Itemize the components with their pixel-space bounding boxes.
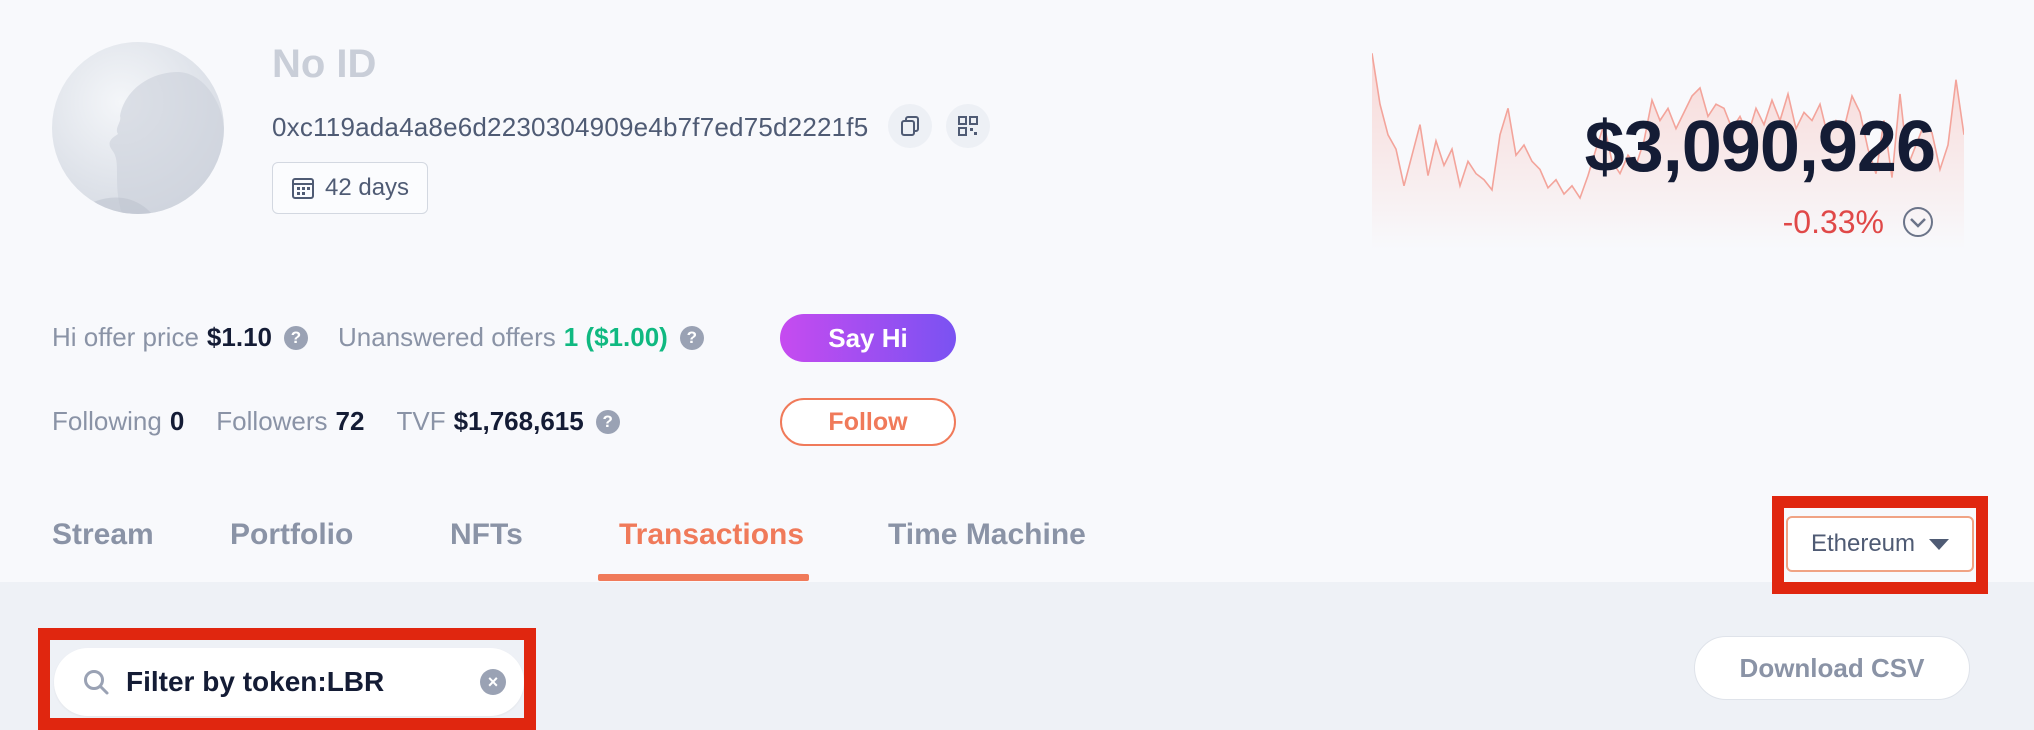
help-icon[interactable]: ? (284, 325, 308, 350)
tvf-label: TVF (396, 406, 446, 436)
copy-icon (901, 116, 919, 136)
qr-code-button[interactable] (946, 104, 990, 148)
avatar-face-art (72, 72, 224, 214)
say-hi-button[interactable]: Say Hi (780, 314, 956, 362)
following-count: 0 (169, 406, 185, 436)
copy-address-button[interactable] (888, 104, 932, 148)
calendar-icon (292, 178, 314, 199)
active-tab-indicator (598, 574, 809, 581)
network-selector[interactable]: Ethereum (1786, 516, 1974, 572)
profile-name: No ID (272, 42, 377, 86)
portfolio-change: -0.33% (1782, 204, 1884, 240)
tab-time-machine[interactable]: Time Machine (888, 518, 1086, 552)
tab-transactions[interactable]: Transactions (619, 518, 804, 552)
offer-stats-row: Hi offer price $1.10 ? Unanswered offers… (52, 322, 704, 353)
followers-label: Followers (216, 406, 328, 436)
unanswered-offers-value: 1 ($1.00) (563, 322, 668, 352)
follow-button[interactable]: Follow (780, 398, 956, 446)
tab-nfts[interactable]: NFTs (450, 518, 523, 552)
tab-stream[interactable]: Stream (52, 518, 154, 552)
token-filter-field[interactable]: × (54, 648, 524, 716)
search-icon (84, 670, 109, 695)
tvf-value: $1,768,615 (453, 406, 584, 436)
help-icon[interactable]: ? (595, 409, 620, 434)
token-filter-input[interactable] (124, 665, 468, 699)
social-stats-row: Following 0 Followers 72 TVF $1,768,615 … (52, 406, 620, 437)
caret-down-icon (1929, 538, 1950, 550)
followers-count: 72 (335, 406, 365, 436)
hi-offer-value: $1.10 (206, 322, 272, 352)
account-age-label: 42 days (325, 174, 410, 201)
chevron-down-icon[interactable] (1902, 206, 1934, 238)
following-label: Following (52, 406, 162, 436)
help-icon[interactable]: ? (679, 325, 704, 350)
avatar (52, 42, 224, 214)
account-age-badge: 42 days (272, 162, 429, 214)
qr-code-icon (958, 116, 978, 136)
clear-filter-icon[interactable]: × (480, 669, 506, 695)
unanswered-offers-label: Unanswered offers (338, 322, 556, 352)
network-selector-label: Ethereum (1810, 530, 1916, 557)
wallet-address: 0xc119ada4a8e6d2230304909e4b7f7ed75d2221… (272, 112, 869, 142)
download-csv-button[interactable]: Download CSV (1694, 636, 1970, 700)
hi-offer-label: Hi offer price (52, 322, 199, 352)
portfolio-value: $3,090,926 (1584, 107, 1936, 187)
tab-portfolio[interactable]: Portfolio (230, 518, 353, 552)
